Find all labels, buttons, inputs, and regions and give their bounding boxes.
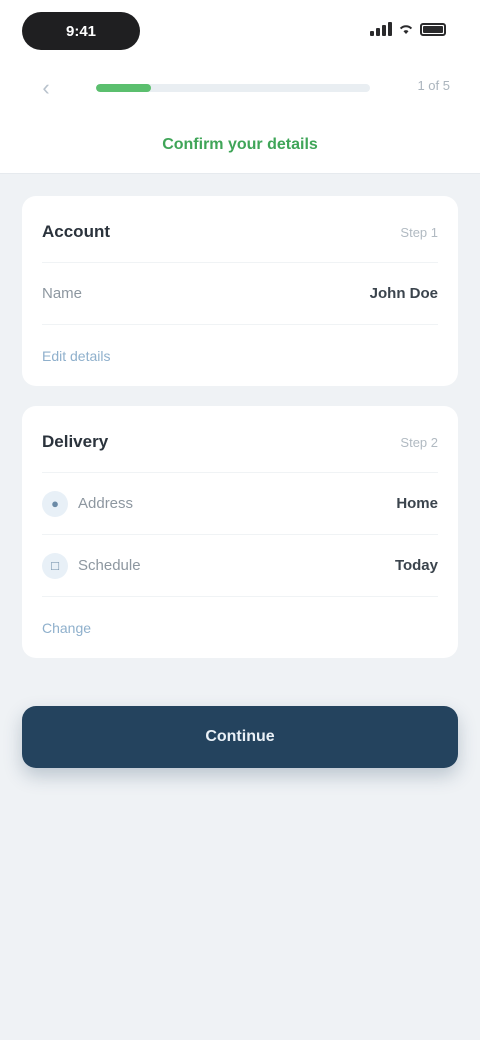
account-row-name: Name John Doe <box>42 262 438 324</box>
delivery-card-meta: Step 2 <box>400 434 438 450</box>
battery-icon <box>420 22 446 36</box>
delivery-card-title: Delivery <box>42 432 109 451</box>
progress-bar <box>96 84 370 92</box>
progress-fill <box>96 84 151 92</box>
back-button[interactable]: ‹ <box>32 74 60 102</box>
delivery-row-schedule[interactable]: □ Schedule Today <box>42 534 438 596</box>
row-value: Today <box>394 557 438 574</box>
delivery-card: Delivery Step 2 ● Address Home □ Schedul… <box>22 406 458 658</box>
row-label: Name <box>42 285 83 302</box>
delivery-row-address[interactable]: ● Address Home <box>42 472 438 534</box>
delivery-card-header: Delivery Step 2 <box>42 406 438 472</box>
row-value: Home <box>396 495 438 512</box>
page-title: Confirm your details <box>162 136 318 153</box>
status-time: 9:41 <box>22 12 140 50</box>
location-icon: ● <box>42 490 68 517</box>
status-bar: 9:41 <box>0 0 480 62</box>
row-label-wrap: □ Schedule <box>42 552 141 579</box>
edit-details-link[interactable]: Edit details <box>42 324 438 386</box>
change-delivery-link[interactable]: Change <box>42 596 438 658</box>
account-card-title: Account <box>42 222 110 241</box>
account-card-meta: Step 1 <box>400 224 438 240</box>
step-label: 1 of 5 <box>417 78 450 93</box>
row-label: Address <box>78 495 134 512</box>
row-value: John Doe <box>369 285 438 302</box>
row-label-wrap: ● Address <box>42 490 134 517</box>
account-card: Account Step 1 Name John Doe Edit detail… <box>22 196 458 386</box>
wifi-icon <box>399 25 413 34</box>
row-label: Schedule <box>78 557 141 574</box>
account-card-header: Account Step 1 <box>42 196 438 262</box>
calendar-icon: □ <box>42 552 68 579</box>
chevron-left-icon: ‹ <box>42 75 50 100</box>
status-icons <box>370 22 446 36</box>
signal-icon <box>370 22 392 36</box>
continue-button[interactable]: Continue <box>22 706 458 768</box>
top-navigation: ‹ 1 of 5 Confirm your details <box>0 62 480 174</box>
